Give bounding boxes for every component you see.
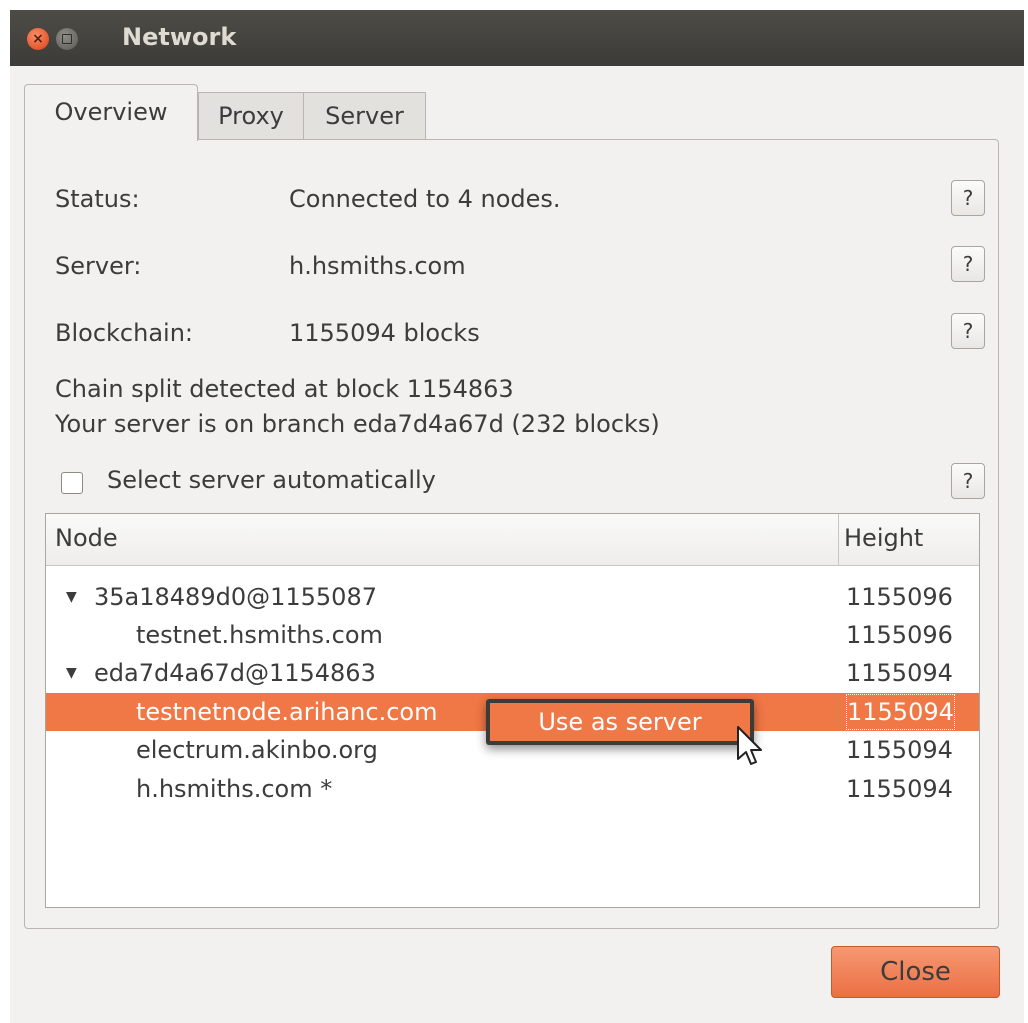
close-button[interactable]: Close bbox=[831, 946, 1000, 998]
node-name: h.hsmiths.com * bbox=[136, 775, 333, 803]
blockchain-help-button[interactable]: ? bbox=[951, 313, 985, 349]
context-menu: Use as server bbox=[486, 699, 754, 745]
node-height: 1155094 bbox=[846, 775, 953, 803]
mouse-pointer-icon bbox=[737, 726, 762, 765]
minimize-window-icon[interactable] bbox=[56, 28, 78, 50]
tree-row-server[interactable]: testnet.hsmiths.com 1155096 bbox=[46, 616, 979, 654]
status-value: Connected to 4 nodes. bbox=[289, 185, 561, 213]
chain-split-message: Chain split detected at block 1154863 bbox=[55, 375, 514, 403]
tree-row-server[interactable]: h.hsmiths.com * 1155094 bbox=[46, 770, 979, 808]
tree-row-branch[interactable]: ▼ 35a18489d0@1155087 1155096 bbox=[46, 578, 979, 616]
server-label: Server: bbox=[55, 252, 142, 280]
node-name: electrum.akinbo.org bbox=[136, 736, 378, 764]
title-bar[interactable]: × Network bbox=[10, 10, 1024, 66]
column-header-height[interactable]: Height bbox=[844, 524, 923, 552]
node-height: 1155096 bbox=[846, 583, 953, 611]
auto-select-checkbox[interactable] bbox=[61, 472, 83, 494]
blockchain-value: 1155094 blocks bbox=[289, 319, 480, 347]
tab-server[interactable]: Server bbox=[303, 92, 426, 140]
node-height: 1155094 bbox=[846, 736, 953, 764]
node-height: 1155094 bbox=[846, 659, 953, 687]
node-name: testnetnode.arihanc.com bbox=[136, 698, 438, 726]
node-name: eda7d4a67d@1154863 bbox=[94, 659, 376, 687]
node-name: testnet.hsmiths.com bbox=[136, 621, 383, 649]
column-header-node[interactable]: Node bbox=[55, 524, 118, 552]
tree-row-branch[interactable]: ▼ eda7d4a67d@1154863 1155094 bbox=[46, 654, 979, 692]
node-height: 1155096 bbox=[846, 621, 953, 649]
server-value: h.hsmiths.com bbox=[289, 252, 466, 280]
expand-arrow-icon[interactable]: ▼ bbox=[66, 654, 77, 692]
window-title: Network bbox=[122, 23, 237, 51]
close-window-icon[interactable]: × bbox=[27, 28, 49, 50]
use-as-server-menu-item[interactable]: Use as server bbox=[490, 703, 750, 741]
node-name: 35a18489d0@1155087 bbox=[94, 583, 377, 611]
column-divider[interactable] bbox=[838, 514, 839, 565]
auto-select-help-button[interactable]: ? bbox=[951, 463, 985, 499]
auto-select-label[interactable]: Select server automatically bbox=[107, 466, 436, 494]
blockchain-label: Blockchain: bbox=[55, 319, 193, 347]
status-help-button[interactable]: ? bbox=[951, 180, 985, 216]
server-help-button[interactable]: ? bbox=[951, 246, 985, 282]
status-label: Status: bbox=[55, 185, 140, 213]
tab-proxy[interactable]: Proxy bbox=[198, 92, 304, 140]
branch-message: Your server is on branch eda7d4a67d (232… bbox=[55, 410, 660, 438]
tab-overview[interactable]: Overview bbox=[24, 84, 198, 141]
expand-arrow-icon[interactable]: ▼ bbox=[66, 578, 77, 616]
node-height: 1155094 bbox=[846, 694, 955, 730]
tree-header: Node Height bbox=[46, 514, 979, 566]
